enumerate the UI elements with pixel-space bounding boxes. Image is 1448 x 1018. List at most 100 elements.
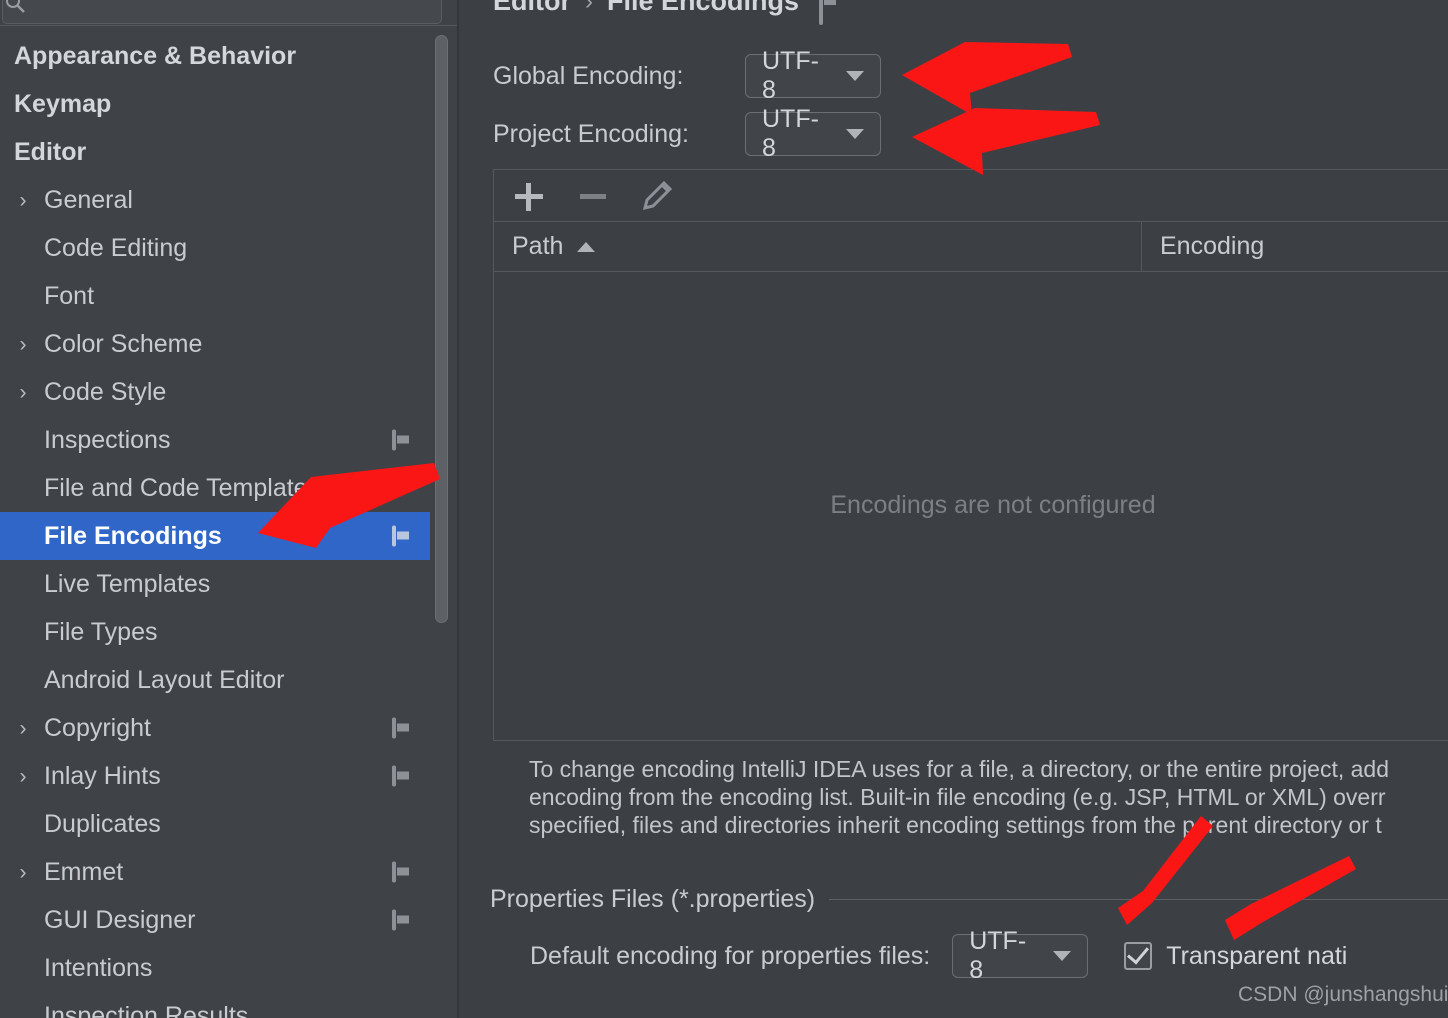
global-encoding-row: Global Encoding: UTF-8 (493, 47, 881, 104)
chevron-right-icon[interactable]: › (14, 334, 32, 355)
description-line-2: encoding from the encoding list. Built-i… (529, 784, 1386, 810)
column-header-path-label: Path (512, 232, 564, 260)
project-encoding-value: UTF-8 (762, 105, 819, 162)
csdn-watermark: CSDN @junshangshui (1238, 983, 1448, 1006)
properties-files-group-title: Properties Files (*.properties) (490, 885, 816, 913)
sidebar-item-emmet[interactable]: › Emmet (0, 848, 430, 896)
sidebar-item-intentions[interactable]: Intentions (0, 944, 430, 992)
sidebar-item-label: Inspection Results (44, 1001, 249, 1018)
sort-ascending-icon (577, 241, 596, 252)
chevron-right-icon[interactable]: › (14, 190, 32, 211)
transparent-native-checkbox[interactable] (1124, 941, 1153, 970)
chevron-right-icon[interactable]: › (14, 766, 32, 787)
encodings-table-body[interactable]: Encodings are not configured (494, 272, 1448, 739)
breadcrumb-separator: › (585, 0, 593, 15)
column-header-path[interactable]: Path (494, 222, 1142, 271)
sidebar-item-label: Live Templates (44, 569, 211, 598)
add-encoding-button[interactable] (512, 179, 546, 213)
file-encodings-panel: Editor › File Encodings Global Encoding:… (459, 0, 1448, 1018)
project-scope-icon (392, 765, 414, 787)
chevron-right-icon[interactable]: › (14, 718, 32, 739)
sidebar-scrollbar[interactable] (435, 35, 448, 623)
settings-search-box[interactable] (2, 0, 442, 24)
sidebar-item-inspection-results[interactable]: Inspection Results (0, 992, 430, 1018)
chevron-right-icon[interactable]: › (14, 382, 32, 403)
sidebar-divider (0, 25, 459, 26)
sidebar-item-label: File Encodings (44, 521, 222, 550)
group-divider-line (829, 899, 1448, 900)
sidebar-item-keymap[interactable]: Keymap (0, 80, 430, 128)
global-encoding-combo[interactable]: UTF-8 (745, 47, 881, 104)
remove-encoding-button[interactable] (576, 179, 610, 213)
sidebar-item-live-templates[interactable]: Live Templates (0, 560, 430, 608)
edit-encoding-button[interactable] (640, 179, 674, 213)
sidebar-item-label: Appearance & Behavior (14, 41, 297, 70)
sidebar-item-code-style[interactable]: › Code Style (0, 368, 430, 416)
sidebar-item-duplicates[interactable]: Duplicates (0, 800, 430, 848)
description-line-3: specified, files and directories inherit… (529, 812, 1382, 838)
settings-tree: Appearance & Behavior Keymap Editor › Genera… (0, 32, 459, 1018)
encodings-table-header: Path Encoding (494, 222, 1448, 272)
default-properties-encoding-combo[interactable]: UTF-8 (952, 927, 1089, 984)
description-line-1: To change encoding IntelliJ IDEA uses fo… (529, 756, 1389, 782)
settings-window: Appearance & Behavior Keymap Editor › Genera… (0, 0, 1448, 1018)
sidebar-scrollbar-thumb[interactable] (435, 35, 448, 623)
search-icon (6, 0, 25, 13)
project-scope-icon (819, 0, 841, 25)
encodings-description: To change encoding IntelliJ IDEA uses fo… (529, 755, 1448, 839)
default-properties-encoding-value: UTF-8 (969, 927, 1027, 984)
global-encoding-value: UTF-8 (762, 47, 819, 104)
breadcrumb-current: File Encodings (607, 0, 800, 16)
empty-state-message: Encodings are not configured (830, 491, 1156, 519)
sidebar-item-label: File Types (44, 617, 158, 646)
breadcrumb-parent[interactable]: Editor (493, 0, 571, 17)
sidebar-item-gui-designer[interactable]: GUI Designer (0, 896, 430, 944)
sidebar-item-file-and-code-templates[interactable]: File and Code Templates (0, 464, 430, 512)
column-header-encoding-label: Encoding (1160, 232, 1265, 260)
chevron-down-icon (846, 71, 864, 81)
project-scope-icon (392, 429, 414, 451)
sidebar-item-copyright[interactable]: › Copyright (0, 704, 430, 752)
sidebar-item-label: Keymap (14, 89, 112, 118)
sidebar-item-inlay-hints[interactable]: › Inlay Hints (0, 752, 430, 800)
chevron-right-icon[interactable]: › (14, 862, 32, 883)
sidebar-item-file-encodings[interactable]: File Encodings (0, 512, 430, 560)
project-encoding-row: Project Encoding: UTF-8 (493, 105, 881, 162)
sidebar-item-label: Duplicates (44, 809, 161, 838)
sidebar-item-editor[interactable]: Editor (0, 128, 430, 176)
settings-sidebar: Appearance & Behavior Keymap Editor › Genera… (0, 0, 459, 1018)
breadcrumb: Editor › File Encodings (493, 0, 841, 25)
properties-files-group-header: Properties Files (*.properties) (490, 885, 1448, 914)
pencil-icon (642, 180, 673, 210)
sidebar-item-file-types[interactable]: File Types (0, 608, 430, 656)
transparent-native-checkbox-row[interactable]: Transparent nati (1124, 941, 1348, 971)
project-scope-icon (392, 525, 414, 547)
sidebar-item-appearance-behavior[interactable]: Appearance & Behavior (0, 32, 430, 80)
sidebar-item-label: Font (44, 281, 95, 310)
project-encoding-combo[interactable]: UTF-8 (745, 105, 881, 162)
sidebar-item-label: Code Editing (44, 233, 188, 262)
project-encoding-label: Project Encoding: (493, 119, 689, 148)
column-header-encoding[interactable]: Encoding (1142, 222, 1448, 271)
sidebar-item-label: Inspections (44, 425, 171, 454)
sidebar-item-label: Intentions (44, 953, 153, 982)
project-scope-icon (392, 717, 414, 739)
encodings-table: Path Encoding Encodings are not configur… (493, 169, 1448, 741)
transparent-native-label: Transparent nati (1166, 941, 1348, 970)
sidebar-item-font[interactable]: Font (0, 272, 430, 320)
encodings-table-toolbar (494, 170, 1448, 222)
chevron-down-icon (1053, 951, 1072, 961)
sidebar-item-color-scheme[interactable]: › Color Scheme (0, 320, 430, 368)
sidebar-item-android-layout-editor[interactable]: Android Layout Editor (0, 656, 430, 704)
project-scope-icon (392, 861, 414, 883)
project-scope-icon (392, 909, 414, 931)
sidebar-item-general[interactable]: › General (0, 176, 430, 224)
global-encoding-label: Global Encoding: (493, 61, 684, 90)
default-properties-encoding-row: Default encoding for properties files: U… (530, 927, 1348, 984)
sidebar-item-label: Android Layout Editor (44, 665, 285, 694)
sidebar-item-inspections[interactable]: Inspections (0, 416, 430, 464)
sidebar-item-code-editing[interactable]: Code Editing (0, 224, 430, 272)
check-icon (1127, 941, 1150, 965)
sidebar-item-label: Editor (14, 137, 87, 166)
default-properties-encoding-label: Default encoding for properties files: (530, 941, 931, 970)
